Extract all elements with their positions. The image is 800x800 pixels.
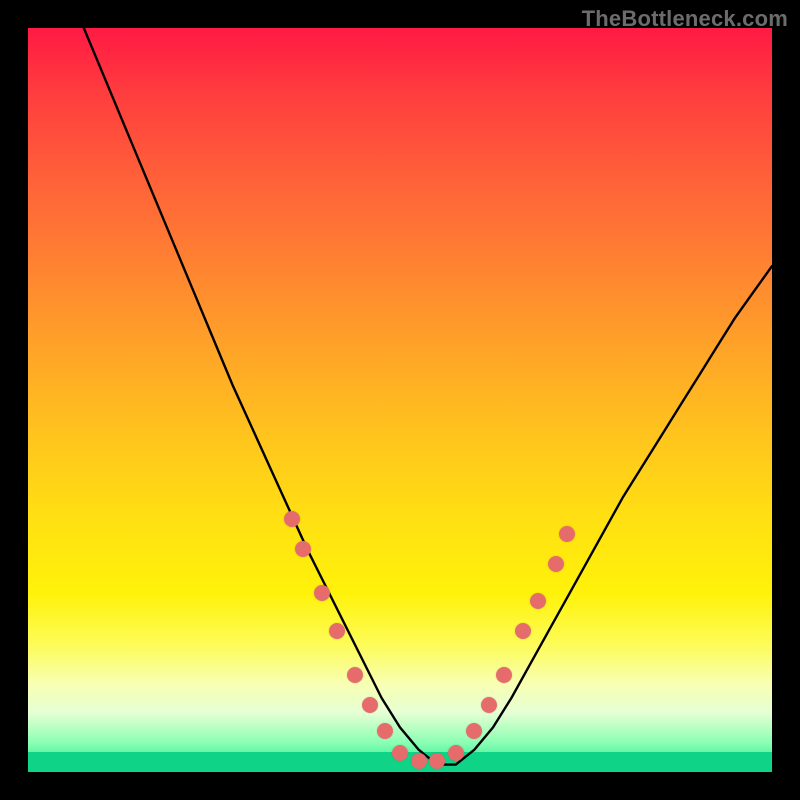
marker-dot <box>530 593 546 609</box>
bottleneck-curve <box>84 28 772 765</box>
marker-dot <box>515 623 531 639</box>
marker-dot <box>329 623 345 639</box>
marker-dot <box>548 556 564 572</box>
chart-frame <box>28 28 772 772</box>
chart-curve-svg <box>28 28 772 772</box>
marker-dot <box>295 541 311 557</box>
marker-dot <box>429 753 445 769</box>
marker-dot <box>411 753 427 769</box>
